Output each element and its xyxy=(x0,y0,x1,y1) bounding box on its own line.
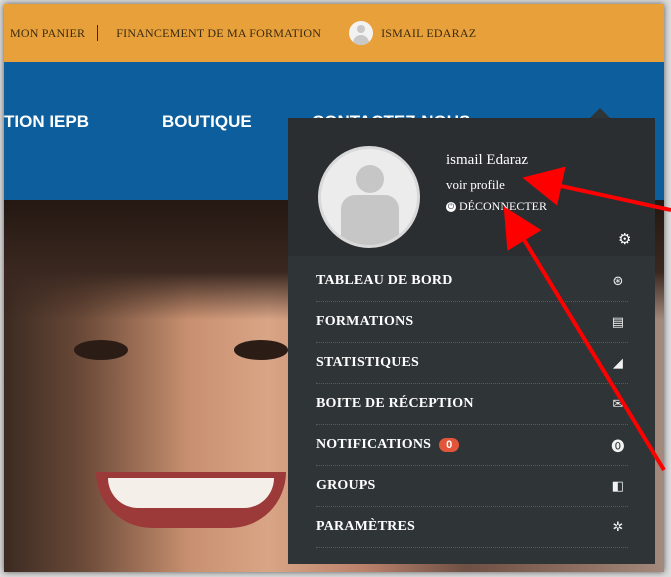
alert-icon: ⓿ xyxy=(611,439,625,455)
avatar-head xyxy=(356,165,384,193)
menu-item-statistics[interactable]: STATISTIQUES ◢ xyxy=(316,343,628,384)
dashboard-icon: ⊛ xyxy=(612,273,624,289)
dropdown-user-name: ismail Edaraz xyxy=(446,152,529,168)
book-icon: ▤ xyxy=(611,314,625,330)
area-chart-icon: ◢ xyxy=(612,355,624,371)
notification-badge: 0 xyxy=(439,438,460,452)
user-menu-toggle[interactable]: ISMAIL EDARAZ xyxy=(349,21,476,45)
menu-item-inbox[interactable]: BOITE DE RÉCEPTION ✉ xyxy=(316,384,628,425)
nav-item-boutique[interactable]: BOUTIQUE xyxy=(162,112,252,132)
menu-item-formations[interactable]: FORMATIONS ▤ xyxy=(316,302,628,343)
settings-cogs-icon[interactable]: ⚙ xyxy=(618,230,631,249)
hero-eye-right xyxy=(234,340,288,360)
user-name: ISMAIL EDARAZ xyxy=(381,25,477,40)
gear-icon: ✲ xyxy=(612,519,624,535)
menu-item-settings[interactable]: PARAMÈTRES ✲ xyxy=(316,507,628,548)
menu-item-notifications[interactable]: NOTIFICATIONS 0 ⓿ xyxy=(316,425,628,466)
logout-label: DÉCONNECTER xyxy=(459,199,547,213)
hero-teeth xyxy=(108,478,274,508)
dropdown-header: ismail Edaraz voir profile ⏻ DÉCONNECTER… xyxy=(288,118,655,256)
envelope-icon: ✉ xyxy=(612,396,624,412)
divider xyxy=(97,25,99,41)
profile-avatar[interactable] xyxy=(318,146,420,248)
financing-link[interactable]: FINANCEMENT DE MA FORMATION xyxy=(110,26,321,41)
dropdown-menu: TABLEAU DE BORD ⊛ FORMATIONS ▤ STATISTIQUE… xyxy=(316,261,628,548)
power-icon: ⏻ xyxy=(446,201,456,212)
user-avatar-icon xyxy=(349,21,374,45)
browser-viewport: MON PANIER FINANCEMENT DE MA FORMATION I… xyxy=(4,4,664,572)
user-dropdown: ismail Edaraz voir profile ⏻ DÉCONNECTER… xyxy=(288,118,655,564)
dropdown-caret xyxy=(590,108,610,118)
nav-item-formation[interactable]: TION IEPB xyxy=(4,112,89,132)
cart-link[interactable]: MON PANIER xyxy=(4,26,85,41)
top-utility-bar: MON PANIER FINANCEMENT DE MA FORMATION I… xyxy=(4,4,664,62)
hero-eye-left xyxy=(74,340,128,360)
menu-item-groups[interactable]: GROUPS ◧ xyxy=(316,466,628,507)
menu-item-dashboard[interactable]: TABLEAU DE BORD ⊛ xyxy=(316,261,628,302)
groups-icon: ◧ xyxy=(611,478,625,494)
logout-button[interactable]: ⏻ DÉCONNECTER xyxy=(446,199,547,214)
view-profile-link[interactable]: voir profile xyxy=(446,177,505,193)
avatar-body xyxy=(341,195,399,245)
